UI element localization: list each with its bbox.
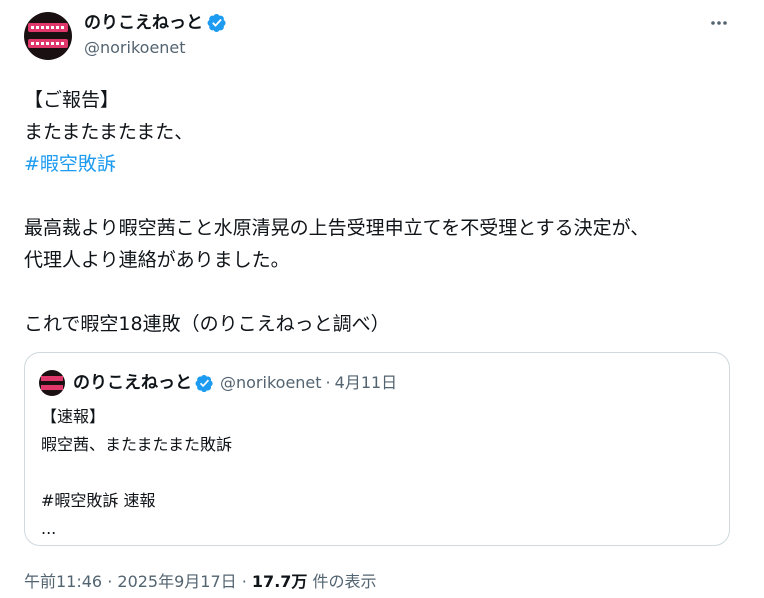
tweet-hashtag-line: #暇空敗訴 <box>24 148 740 180</box>
hashtag-link[interactable]: #暇空敗訴 <box>24 153 116 175</box>
quoted-author-avatar <box>39 370 65 396</box>
avatar-logo-band <box>28 23 68 32</box>
tweet-line: これで暇空18連敗（のりこえねっと調べ） <box>24 313 390 335</box>
tweet-line: 最高裁より暇空茜こと水原清晃の上告受理申立てを不受理とする決定が、 <box>24 217 650 239</box>
views-label: 件の表示 <box>307 572 377 591</box>
avatar-logo-band <box>28 39 68 48</box>
separator-dot: · <box>325 373 331 392</box>
quoted-ellipsis: ... <box>41 519 57 538</box>
tweet-date: 2025年9月17日 <box>117 572 237 591</box>
views-count: 17.7万 <box>251 572 308 591</box>
tweet-line: 【ご報告】 <box>24 89 120 111</box>
avatar-logo-band <box>41 376 63 381</box>
tweet-line: またまたまたまた、 <box>24 121 194 143</box>
author-name-row[interactable]: のりこえねっと <box>84 12 227 34</box>
quoted-tweet-card[interactable]: のりこえねっと @norikoenet · 4月11日 【速報】 暇空茜、またま… <box>24 352 730 546</box>
quoted-author-handle: @norikoenet <box>220 373 322 392</box>
quoted-tweet-header: のりこえねっと @norikoenet · 4月11日 <box>73 371 397 395</box>
quoted-tweet-text: 【速報】 暇空茜、またまたまた敗訴 #暇空敗訴 速報 ... <box>41 403 232 543</box>
verified-badge-icon <box>195 374 213 392</box>
quoted-author-name: のりこえねっと <box>73 373 192 393</box>
author-handle[interactable]: @norikoenet <box>84 38 186 58</box>
author-name[interactable]: のりこえねっと <box>84 12 203 34</box>
verified-badge-icon <box>207 14 226 32</box>
separator-dot: · <box>102 572 118 591</box>
author-avatar[interactable] <box>24 12 72 60</box>
more-options-button[interactable] <box>704 12 734 34</box>
tweet-time: 午前11:46 <box>24 572 103 591</box>
quoted-line: 暇空茜、またまたまた敗訴 <box>41 435 233 454</box>
quoted-line: 【速報】 <box>41 407 106 426</box>
avatar-logo-band <box>41 385 63 390</box>
quoted-tag: 速報 <box>118 491 156 510</box>
tweet-text: 【ご報告】 またまたまたまた、 #暇空敗訴 最高裁より暇空茜こと水原清晃の上告受… <box>24 84 740 340</box>
quoted-tweet-date: 4月11日 <box>334 373 398 392</box>
tweet-line: 代理人より連絡がありました。 <box>24 249 290 271</box>
quoted-hashtag-line: #暇空敗訴 速報 <box>41 487 232 515</box>
quoted-hashtag: #暇空敗訴 <box>41 491 119 510</box>
separator-dot: · <box>236 572 252 591</box>
tweet-meta: 午前11:46 · 2025年9月17日 · 17.7万 件の表示 <box>24 570 377 594</box>
tweet-time-link[interactable]: 午前11:46 · 2025年9月17日 <box>24 572 237 591</box>
more-options-icon <box>711 21 727 25</box>
